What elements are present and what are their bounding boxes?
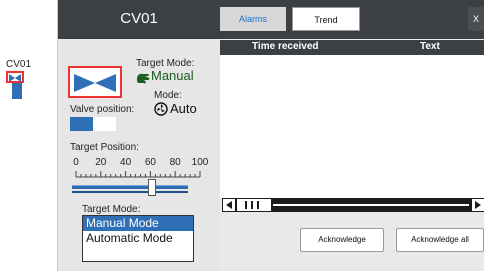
- auto-fan-icon: [154, 102, 168, 116]
- scale-ticks: [75, 171, 201, 178]
- valve-symbol[interactable]: [6, 71, 24, 83]
- scroll-left-button[interactable]: [223, 199, 235, 211]
- scale-tick-label: 80: [169, 157, 181, 168]
- faceplate-title: CV01: [120, 10, 158, 27]
- faceplate-header: CV01: [58, 0, 220, 39]
- target-position-label: Target Position:: [70, 142, 139, 153]
- target-position-thumb[interactable]: [147, 179, 156, 196]
- valve-position-label: Valve position:: [70, 104, 135, 115]
- tab-alarms[interactable]: Alarms: [220, 7, 286, 31]
- mode-label: Mode:: [154, 90, 182, 101]
- scale-tick-label: 0: [73, 157, 79, 168]
- mode-value: Auto: [170, 101, 197, 116]
- column-time-received[interactable]: Time received: [252, 41, 319, 52]
- target-mode-list-label: Target Mode:: [82, 204, 141, 215]
- close-button[interactable]: X: [468, 7, 484, 31]
- column-text[interactable]: Text: [420, 41, 440, 52]
- mode-option-manual[interactable]: Manual Mode: [83, 216, 193, 231]
- horizontal-scrollbar[interactable]: [222, 198, 484, 212]
- valve-position-fill: [70, 117, 93, 131]
- manual-hand-icon: [137, 73, 150, 84]
- faceplate-valve[interactable]: [68, 66, 122, 98]
- scroll-right-button[interactable]: [472, 199, 484, 211]
- scroll-track: [273, 204, 469, 206]
- alarm-list[interactable]: Time received Text: [220, 40, 484, 198]
- acknowledge-all-button[interactable]: Acknowledge all: [396, 228, 484, 252]
- scale-tick-label: 20: [95, 157, 107, 168]
- alarm-list-header: Time received Text: [220, 40, 484, 55]
- target-mode-value: Manual: [151, 68, 194, 83]
- target-mode-listbox[interactable]: Manual Mode Automatic Mode: [82, 215, 194, 262]
- alarms-panel: Alarms Trend X Time received Text Acknow…: [220, 0, 484, 271]
- arrow-left-icon: [226, 201, 232, 209]
- valve-actuator: [12, 83, 22, 99]
- arrow-right-icon: [475, 201, 481, 209]
- valve-icon: [9, 74, 21, 82]
- acknowledge-button[interactable]: Acknowledge: [300, 228, 384, 252]
- valve-position-bar: [70, 117, 116, 131]
- tab-bar: Alarms Trend X: [220, 0, 484, 39]
- target-position-track-shadow: [72, 191, 188, 193]
- valve-faceplate: CV01 Target Mode: Manual Mode: Auto Valv…: [58, 0, 220, 271]
- process-canvas: CV01: [0, 0, 58, 271]
- tab-trend[interactable]: Trend: [292, 7, 360, 31]
- scale-tick-label: 100: [191, 157, 209, 168]
- scale-tick-label: 40: [120, 157, 132, 168]
- mode-option-automatic[interactable]: Automatic Mode: [83, 231, 193, 246]
- scroll-thumb[interactable]: [237, 199, 271, 211]
- target-position-track[interactable]: [72, 185, 188, 189]
- valve-tag-label: CV01: [6, 59, 32, 70]
- scale-tick-label: 60: [144, 157, 156, 168]
- valve-icon: [74, 74, 116, 92]
